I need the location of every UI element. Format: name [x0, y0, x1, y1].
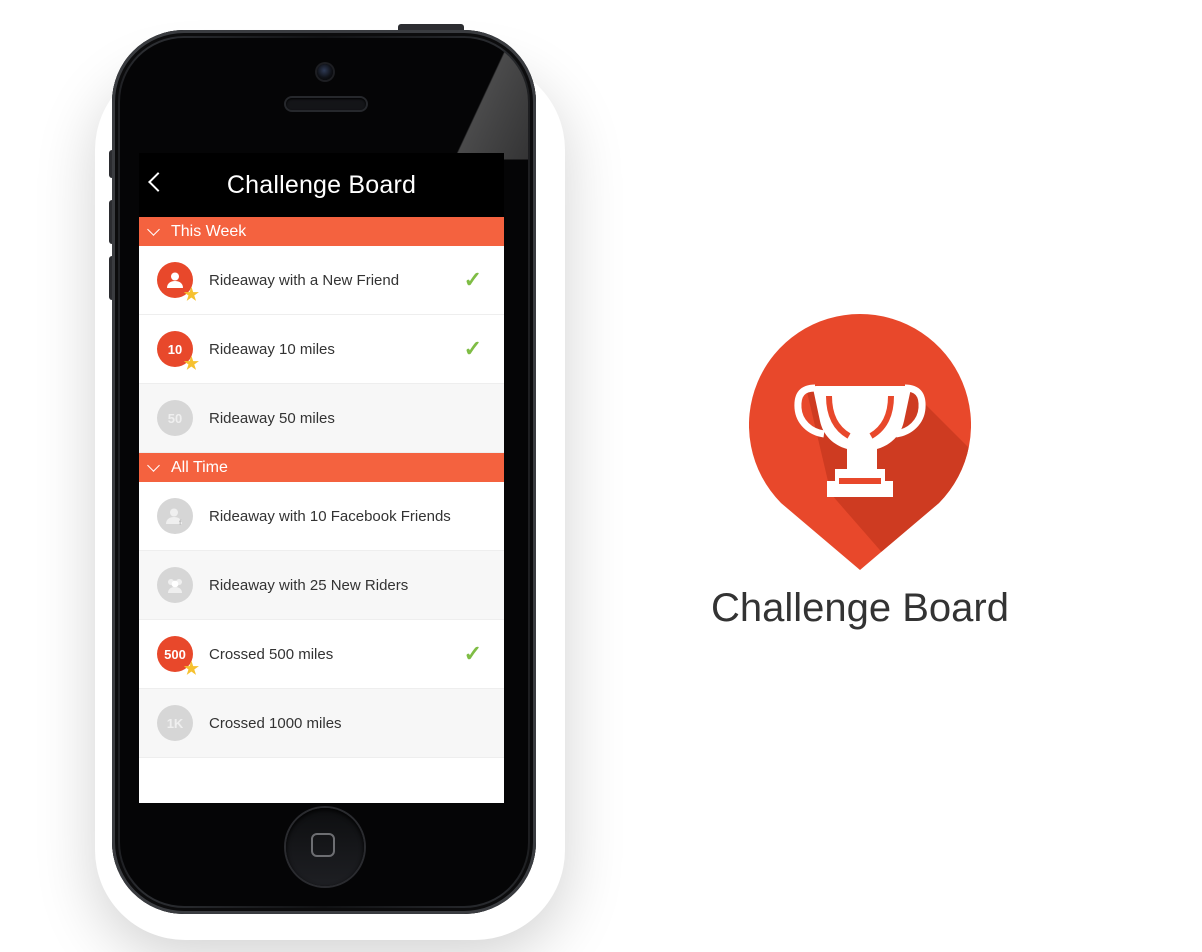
person-icon: ★ [157, 262, 199, 303]
challenge-label: Rideaway 50 miles [209, 409, 335, 427]
chevron-down-icon [147, 458, 160, 472]
challenge-row[interactable]: f Rideaway with 10 Facebook Friends [139, 482, 504, 551]
star-icon: ★ [183, 285, 199, 304]
checkmark-icon: ✓ [463, 641, 482, 666]
earpiece-speaker [286, 98, 366, 110]
star-icon: ★ [183, 354, 199, 373]
badge-text: 500 [164, 646, 186, 662]
challenge-row[interactable]: 500 ★ Crossed 500 miles ✓ [139, 620, 504, 689]
challenge-label: Crossed 500 miles [209, 645, 334, 663]
challenge-row[interactable]: 50 Rideaway 50 miles [139, 384, 504, 453]
badge-text: 10 [167, 341, 183, 357]
challenge-badge: 1K [157, 705, 193, 741]
app-screen: Challenge Board This Week ★ Rideaway with … [139, 153, 504, 803]
challenge-row[interactable]: Rideaway with 25 New Riders [139, 551, 504, 620]
checkmark-icon: ✓ [463, 267, 482, 292]
badge-text: 1K [166, 715, 184, 731]
challenge-badge: 10 ★ [157, 331, 199, 372]
challenge-label: Rideaway with a New Friend [209, 271, 400, 289]
group-icon [157, 567, 193, 603]
challenge-row[interactable]: 10 ★ Rideaway 10 miles ✓ [139, 315, 504, 384]
front-camera [317, 64, 333, 80]
challenge-label: Rideaway with 25 New Riders [209, 576, 409, 594]
checkmark-icon: ✓ [463, 336, 482, 361]
badge-text: 50 [167, 410, 183, 426]
challenge-badge: 50 [157, 400, 193, 436]
page-title: Challenge Board [226, 170, 417, 199]
challenge-label: Rideaway 10 miles [209, 340, 335, 358]
facebook-person-icon: f [157, 498, 193, 534]
back-chevron-icon[interactable] [148, 172, 168, 192]
challenge-badge: 500 ★ [157, 636, 199, 677]
nav-bar: Challenge Board [139, 153, 504, 217]
challenge-row[interactable]: ★ Rideaway with a New Friend ✓ [139, 246, 504, 315]
challenge-label: Crossed 1000 miles [209, 714, 342, 732]
star-icon: ★ [183, 659, 199, 678]
section-header[interactable]: This Week [139, 217, 504, 246]
section-header[interactable]: All Time [139, 453, 504, 482]
home-square-icon [311, 833, 335, 857]
challenge-list: This Week ★ Rideaway with a New Friend ✓ 10 ★… [139, 217, 504, 758]
challenge-label: Rideaway with 10 Facebook Friends [209, 507, 451, 525]
home-button[interactable] [286, 808, 364, 886]
logo-title: Challenge Board [711, 586, 1009, 630]
challenge-row[interactable]: 1K Crossed 1000 miles [139, 689, 504, 758]
section-label: This Week [171, 222, 247, 240]
chevron-down-icon [147, 222, 160, 236]
section-label: All Time [171, 458, 228, 476]
challenge-board-logo [749, 314, 971, 570]
